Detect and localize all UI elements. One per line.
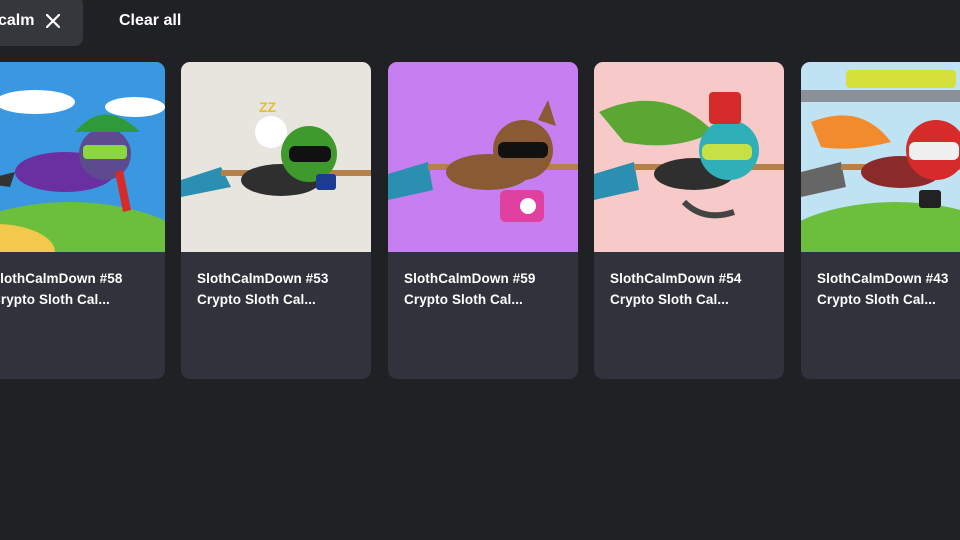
clear-all-button[interactable]: Clear all [119,12,181,30]
close-icon[interactable] [44,12,62,30]
nft-image [594,62,784,252]
card-title: SlothCalmDown #53 [197,271,329,286]
nft-card[interactable]: SlothCalmDown #58 Crypto Sloth Cal... [0,62,165,379]
filter-chip-calm[interactable]: calm [0,0,83,46]
nft-image [0,62,165,252]
card-title: SlothCalmDown #59 [404,271,536,286]
card-collection-name: Crypto Sloth Cal... [610,292,729,307]
nft-image [388,62,578,252]
svg-text:ZZ: ZZ [259,99,277,115]
nft-image: ZZ [181,62,371,252]
nft-card[interactable]: SlothCalmDown #43 Crypto Sloth Cal... [801,62,960,379]
card-collection-name: Crypto Sloth Cal... [817,292,936,307]
card-collection-name: Crypto Sloth Cal... [0,292,110,307]
card-title: SlothCalmDown #58 [0,271,123,286]
nft-card[interactable]: ZZ SlothCalmDown #53 Crypto Sloth Cal... [181,62,371,379]
card-collection-name: Crypto Sloth Cal... [404,292,523,307]
card-title: SlothCalmDown #43 [817,271,949,286]
card-title: SlothCalmDown #54 [610,271,742,286]
nft-image [801,62,960,252]
filter-chip-label: calm [0,12,35,29]
card-collection-name: Crypto Sloth Cal... [197,292,316,307]
nft-card[interactable]: SlothCalmDown #54 Crypto Sloth Cal... [594,62,784,379]
nft-card[interactable]: SlothCalmDown #59 Crypto Sloth Cal... [388,62,578,379]
